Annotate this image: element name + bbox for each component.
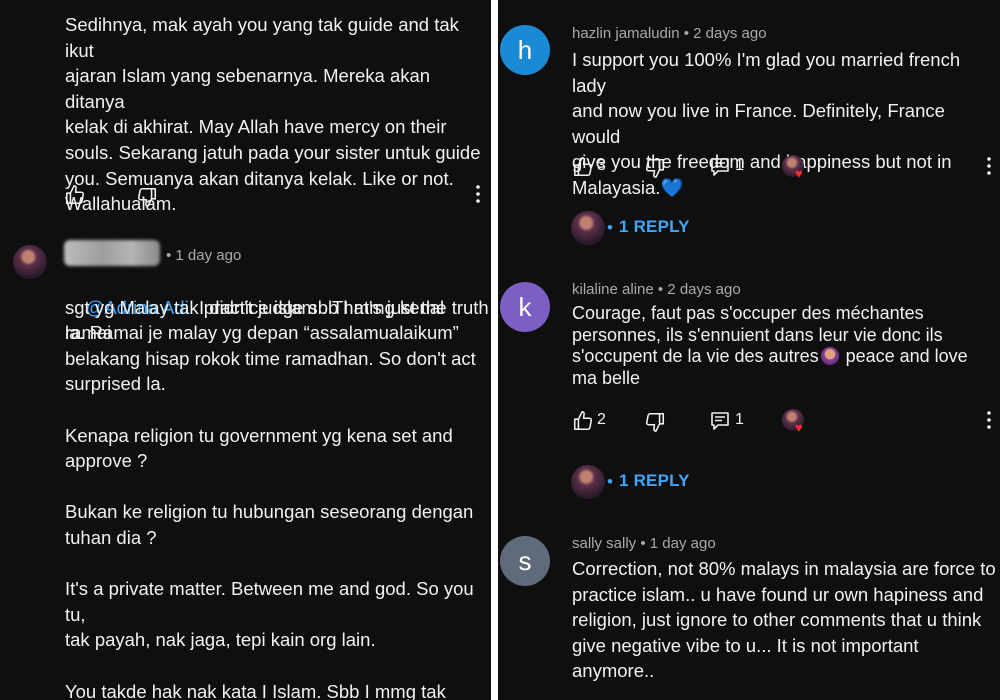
thumbs-up-icon[interactable] bbox=[64, 184, 86, 206]
thumbs-up-icon[interactable] bbox=[572, 410, 594, 432]
blurred-author-name[interactable] bbox=[64, 240, 160, 266]
reply-comment-icon[interactable] bbox=[710, 157, 730, 177]
comment-text: sgt yg Malay tak practice islam . That's… bbox=[65, 296, 489, 700]
comment-header: kilaline aline • 2 days ago bbox=[572, 281, 741, 298]
author-name[interactable]: hazlin jamaludin bbox=[572, 25, 680, 42]
avatar[interactable]: h bbox=[500, 25, 550, 75]
comment-header: sally sally • 1 day ago bbox=[572, 535, 716, 552]
blue-heart-emoji: 💙 bbox=[660, 176, 684, 198]
view-replies-link[interactable]: 1 REPLY bbox=[619, 471, 690, 491]
reply-count: 1 bbox=[735, 157, 744, 174]
comment-header: hazlin jamaludin • 2 days ago bbox=[572, 25, 767, 42]
separator-dot: • bbox=[607, 472, 613, 491]
view-replies-link[interactable]: 1 REPLY bbox=[619, 217, 690, 237]
more-options-icon[interactable] bbox=[468, 184, 488, 204]
comment-timestamp: • 1 day ago bbox=[166, 247, 242, 264]
heart-icon: ♥ bbox=[795, 420, 803, 435]
right-comment-panel: h hazlin jamaludin • 2 days ago I suppor… bbox=[498, 0, 1000, 700]
comment-timestamp: • 2 days ago bbox=[683, 25, 767, 42]
avatar[interactable]: s bbox=[500, 536, 550, 586]
comment-text-line: ma belle bbox=[572, 367, 641, 388]
thumbs-down-icon[interactable] bbox=[644, 157, 666, 179]
like-count: 2 bbox=[597, 411, 606, 428]
more-options-icon[interactable] bbox=[979, 410, 999, 430]
more-options-icon[interactable] bbox=[979, 156, 999, 176]
author-name[interactable]: kilaline aline bbox=[572, 281, 654, 298]
comment-timestamp: • 1 day ago bbox=[640, 535, 716, 552]
left-comment-panel: Sedihnya, mak ayah you yang tak guide an… bbox=[0, 0, 491, 700]
comment-text-line: personnes, ils s'ennuient dans leur vie … bbox=[572, 324, 943, 345]
emoji-person-shrugging bbox=[820, 347, 839, 365]
comment-body: Courage, faut pas s'occuper des méchante… bbox=[572, 303, 997, 389]
thumbs-down-icon[interactable] bbox=[136, 186, 158, 208]
heart-icon: ♥ bbox=[795, 166, 803, 181]
reply-avatar bbox=[571, 211, 605, 245]
avatar-letter: k bbox=[518, 291, 532, 322]
comment-text-line: peace and love bbox=[840, 346, 968, 366]
comment-text: Sedihnya, mak ayah you yang tak guide an… bbox=[65, 14, 481, 215]
comment-text: Correction, not 80% malays in malaysia a… bbox=[572, 558, 996, 682]
reply-avatar bbox=[571, 465, 605, 499]
like-count: 3 bbox=[597, 157, 606, 174]
comment-text: I support you 100% I'm glad you married … bbox=[572, 49, 961, 198]
comment-text-line: Courage, faut pas s'occuper des méchante… bbox=[572, 303, 924, 323]
comment-timestamp: • 2 days ago bbox=[657, 281, 741, 298]
author-name[interactable]: sally sally bbox=[572, 535, 636, 552]
avatar[interactable]: k bbox=[500, 282, 550, 332]
avatar[interactable] bbox=[13, 245, 47, 279]
thumbs-up-icon[interactable] bbox=[572, 156, 594, 178]
comment-text-line: s'occupent de la vie des autres bbox=[572, 346, 819, 366]
avatar-letter: s bbox=[518, 545, 532, 576]
avatar-letter: h bbox=[517, 34, 533, 65]
reply-count: 1 bbox=[735, 411, 744, 428]
separator-dot: • bbox=[607, 218, 613, 237]
comment-body: I support you 100% I'm glad you married … bbox=[572, 47, 997, 201]
reply-comment-icon[interactable] bbox=[710, 411, 730, 431]
thumbs-down-icon[interactable] bbox=[644, 411, 666, 433]
